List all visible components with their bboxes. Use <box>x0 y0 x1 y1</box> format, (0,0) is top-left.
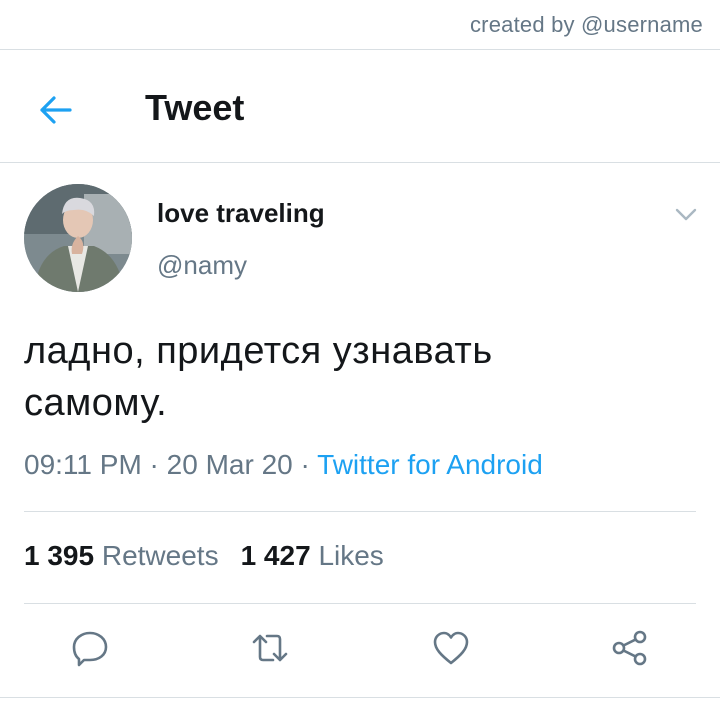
meta-divider <box>24 511 696 512</box>
back-button[interactable] <box>36 90 76 130</box>
tweet-text: ладно, придется узнавать самому. <box>24 325 684 429</box>
retweet-button[interactable] <box>250 628 290 668</box>
stats-divider <box>24 603 696 604</box>
retweets-stat[interactable]: 1 395 Retweets <box>24 540 219 571</box>
more-options-button[interactable] <box>672 200 700 228</box>
like-button[interactable] <box>431 628 471 668</box>
header-bar: Tweet <box>0 80 720 140</box>
likes-count: 1 427 <box>240 540 311 571</box>
likes-stat[interactable]: 1 427 Likes <box>241 540 384 571</box>
avatar-image <box>24 184 132 292</box>
tweet-date: 20 Mar 20 <box>166 449 293 480</box>
likes-label: Likes <box>318 540 384 571</box>
retweets-count: 1 395 <box>24 540 95 571</box>
display-name[interactable]: love traveling <box>157 198 325 229</box>
avatar[interactable] <box>24 184 132 292</box>
tweet-text-line: самому. <box>24 382 168 424</box>
chevron-down-icon <box>675 208 697 221</box>
retweets-label: Retweets <box>101 540 219 571</box>
retweet-icon <box>252 634 288 662</box>
tweet-meta: 09:11 PM · 20 Mar 20 · Twitter for Andro… <box>24 449 543 481</box>
share-icon <box>612 630 647 666</box>
page-title: Tweet <box>145 87 245 128</box>
meta-separator: · <box>141 449 167 480</box>
tweet-stats: 1 395 Retweets 1 427 Likes <box>24 540 384 572</box>
arrow-left-icon <box>40 96 72 124</box>
reply-button[interactable] <box>70 628 110 668</box>
share-button[interactable] <box>610 628 650 668</box>
header-divider <box>0 162 720 163</box>
bottom-divider <box>0 697 720 698</box>
reply-icon <box>72 631 108 667</box>
like-icon <box>433 631 469 665</box>
tweet-text-line: ладно, придется узнавать <box>24 330 493 372</box>
tweet-time: 09:11 PM <box>24 449 142 480</box>
top-divider <box>0 49 720 50</box>
meta-separator: · <box>292 449 318 480</box>
credit-text: created by @username <box>469 12 703 37</box>
tweet-source-link[interactable]: Twitter for Android <box>317 449 543 480</box>
user-handle[interactable]: @namy <box>157 250 247 281</box>
